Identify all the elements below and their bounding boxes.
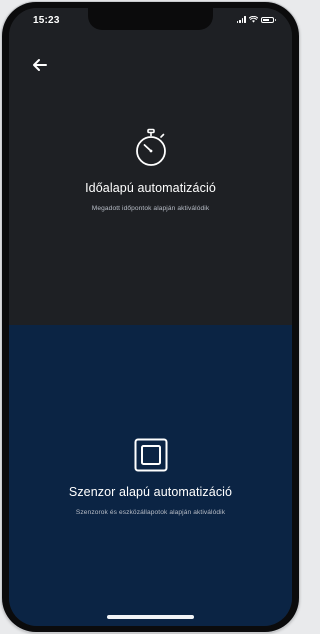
option-title: Szenzor alapú automatizáció xyxy=(68,485,233,499)
app-screen: 15:23 Időalapú automatizáció Megadott id… xyxy=(9,8,292,626)
device-notch xyxy=(88,8,213,30)
option-title: Időalapú automatizáció xyxy=(85,181,216,195)
time-automation-option[interactable]: Időalapú automatizáció Megadott időponto… xyxy=(9,128,292,212)
status-time: 15:23 xyxy=(33,15,60,26)
phone-frame: 15:23 Időalapú automatizáció Megadott id… xyxy=(2,2,299,632)
sensor-automation-option[interactable]: Szenzor alapú automatizáció Szenzorok és… xyxy=(9,438,292,516)
back-button[interactable] xyxy=(29,54,51,76)
wifi-icon xyxy=(249,16,258,23)
stopwatch-icon xyxy=(135,128,166,166)
home-indicator xyxy=(107,615,194,619)
battery-icon xyxy=(261,16,276,23)
sensor-square-icon xyxy=(134,438,167,472)
back-arrow-icon xyxy=(33,59,47,71)
status-icons xyxy=(236,16,276,23)
signal-icon xyxy=(236,16,246,23)
option-subtitle: Megadott időpontok alapján aktiválódik xyxy=(91,205,210,212)
option-subtitle: Szenzorok és eszközállapotok alapján akt… xyxy=(75,509,226,516)
